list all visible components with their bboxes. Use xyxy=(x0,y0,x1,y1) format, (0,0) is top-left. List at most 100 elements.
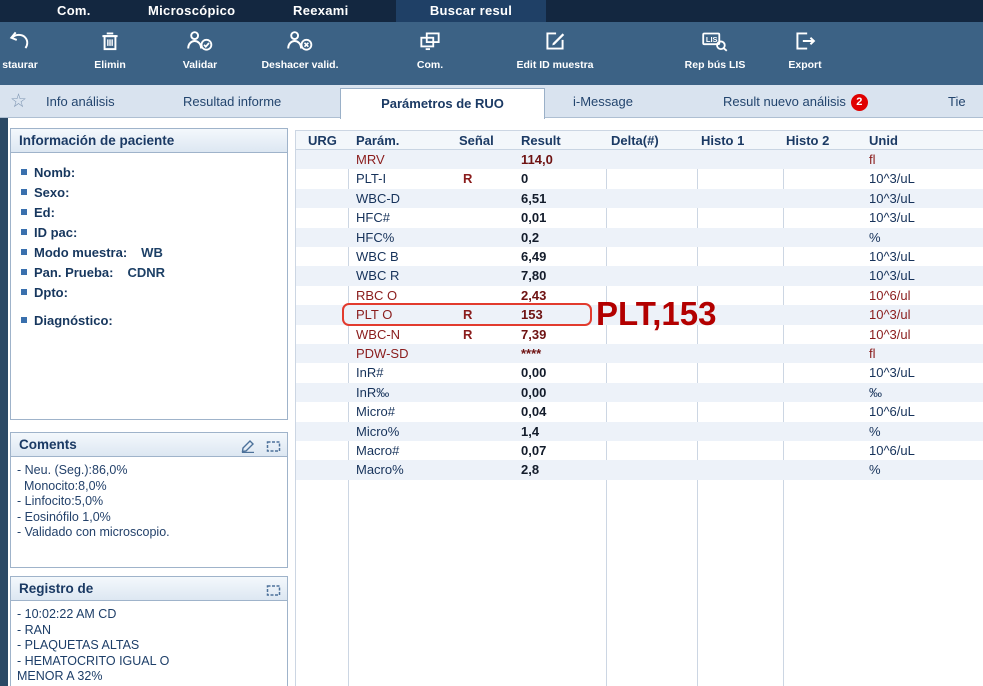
toolbar-button-deshacer-valid[interactable]: Deshacer valid. xyxy=(240,26,360,82)
top-tab-com[interactable]: Com. xyxy=(57,0,91,22)
field-label: Modo muestra: xyxy=(34,245,127,260)
patient-field-diagn-stico: Diagnóstico: xyxy=(17,310,281,330)
unit-cell: ‰ xyxy=(869,383,882,402)
param-cell: PLT O xyxy=(356,305,392,324)
subtab-result-nuevo-an-lisis[interactable]: Result nuevo análisis 2 xyxy=(723,85,868,118)
table-row-micro[interactable]: Micro#0,0410^6/uL xyxy=(296,402,983,421)
column-header-unid[interactable]: Unid xyxy=(869,131,898,150)
log-line: - 10:02:22 AM CD xyxy=(17,607,281,623)
log-line: MENOR A 32% xyxy=(17,669,281,685)
table-row-pdw-sd[interactable]: PDW-SD****fl xyxy=(296,344,983,363)
param-cell: Macro% xyxy=(356,460,404,479)
star-icon[interactable]: ☆ xyxy=(10,90,27,113)
log-panel: Registro de - 10:02:22 AM CD- RAN- PLAQU… xyxy=(10,576,288,686)
patient-panel-title: Información de paciente xyxy=(11,129,287,153)
patient-field-ed: Ed: xyxy=(17,202,281,222)
export-icon xyxy=(745,26,865,56)
bullet-icon xyxy=(21,189,27,195)
result-cell: 0,01 xyxy=(521,208,546,227)
unit-cell: 10^3/ul xyxy=(869,305,911,324)
bullet-icon xyxy=(21,209,27,215)
top-tab-reexami[interactable]: Reexami xyxy=(293,0,349,22)
param-cell: RBC O xyxy=(356,286,397,305)
table-row-micro[interactable]: Micro%1,4% xyxy=(296,422,983,441)
unit-cell: % xyxy=(869,460,881,479)
column-header-histo-1[interactable]: Histo 1 xyxy=(701,131,744,150)
table-row-macro[interactable]: Macro#0,0710^6/uL xyxy=(296,441,983,460)
param-cell: Micro# xyxy=(356,402,395,421)
content-area: Información de paciente Nomb:Sexo:Ed:ID … xyxy=(0,118,983,686)
table-row-wbc-b[interactable]: WBC B6,4910^3/uL xyxy=(296,247,983,266)
toolbar-button-com[interactable]: Com. xyxy=(370,26,490,82)
field-value: WB xyxy=(141,245,163,260)
table-row-mrv[interactable]: MRV114,0fl xyxy=(296,150,983,169)
subtab-resultad-informe[interactable]: Resultad informe xyxy=(183,85,281,118)
svg-text:LIS: LIS xyxy=(706,35,718,44)
table-row-wbc-d[interactable]: WBC-D6,5110^3/uL xyxy=(296,189,983,208)
field-value: CDNR xyxy=(127,265,165,280)
column-header-urg[interactable]: URG xyxy=(308,131,337,150)
subtab-info-an-lisis[interactable]: Info análisis xyxy=(46,85,115,118)
result-cell: 0,04 xyxy=(521,402,546,421)
top-tab-buscar-resul[interactable]: Buscar resul xyxy=(396,0,546,22)
subtab-label: Result nuevo análisis xyxy=(723,94,846,109)
subtab-tie[interactable]: Tie xyxy=(948,85,966,118)
flag-cell: R xyxy=(463,325,472,344)
table-row-inr[interactable]: InR#0,0010^3/uL xyxy=(296,363,983,382)
column-header-delta[interactable]: Delta(#) xyxy=(611,131,659,150)
comment-line: Monocito:8,0% xyxy=(17,479,281,495)
log-text: - 10:02:22 AM CD- RAN- PLAQUETAS ALTAS- … xyxy=(11,601,287,685)
comments-panel: Coments - Neu. (Seg.):86,0% Monocito:8,0… xyxy=(10,432,288,568)
column-header-se-al[interactable]: Señal xyxy=(459,131,494,150)
table-row-inr[interactable]: InR‰0,00‰ xyxy=(296,383,983,402)
patient-field-id-pac: ID pac: xyxy=(17,222,281,242)
result-cell: 114,0 xyxy=(521,150,553,169)
subtab-i-message[interactable]: i-Message xyxy=(573,85,633,118)
lis-results-window: Com.MicroscópicoReexamiBuscar resul stau… xyxy=(0,0,983,686)
param-cell: HFC% xyxy=(356,228,394,247)
toolbar-button-edit-id-muestra[interactable]: Edit ID muestra xyxy=(495,26,615,82)
log-line: - RAN xyxy=(17,623,281,639)
toolbar-button-label: Com. xyxy=(370,59,490,71)
toolbar: staurarEliminValidarDeshacer valid.Com.E… xyxy=(0,22,983,85)
subtab-label: i-Message xyxy=(573,94,633,109)
comments-panel-title: Coments xyxy=(19,437,77,452)
table-row-hfc[interactable]: HFC#0,0110^3/uL xyxy=(296,208,983,227)
result-cell: 0,07 xyxy=(521,441,546,460)
field-label: Ed: xyxy=(34,205,55,220)
subtab-label: Tie xyxy=(948,94,966,109)
result-cell: 2,43 xyxy=(521,286,546,305)
maximize-icon[interactable] xyxy=(266,437,281,460)
unit-cell: fl xyxy=(869,150,876,169)
field-label: Dpto: xyxy=(34,285,68,300)
toolbar-button-export[interactable]: Export xyxy=(745,26,865,82)
column-header-result[interactable]: Result xyxy=(521,131,561,150)
table-row-macro[interactable]: Macro%2,8% xyxy=(296,460,983,479)
table-row-plt-i[interactable]: PLT-IR010^3/uL xyxy=(296,169,983,188)
result-cell: 153 xyxy=(521,305,543,324)
table-row-wbc-r[interactable]: WBC R7,8010^3/uL xyxy=(296,266,983,285)
param-cell: WBC B xyxy=(356,247,399,266)
subtab-label: Parámetros de RUO xyxy=(381,96,504,111)
results-table: URG Parám. Señal Result Delta(#) Histo 1 Histo… xyxy=(295,130,983,686)
column-header-histo-2[interactable]: Histo 2 xyxy=(786,131,829,150)
subtab-par-metros-de-ruo[interactable]: Parámetros de RUO xyxy=(340,88,545,119)
unit-cell: % xyxy=(869,422,881,441)
bullet-icon xyxy=(21,317,27,323)
unit-cell: 10^3/uL xyxy=(869,189,915,208)
result-cell: 7,39 xyxy=(521,325,546,344)
new-results-badge: 2 xyxy=(851,94,868,111)
param-cell: InR‰ xyxy=(356,383,389,402)
toolbar-button-label: Deshacer valid. xyxy=(240,59,360,71)
flag-cell: R xyxy=(463,169,472,188)
maximize-icon[interactable] xyxy=(266,581,281,604)
top-tab-microsc-pico[interactable]: Microscópico xyxy=(148,0,235,22)
flag-cell: R xyxy=(463,305,472,324)
column-header-par-m[interactable]: Parám. xyxy=(356,131,399,150)
table-header: URG Parám. Señal Result Delta(#) Histo 1 Histo… xyxy=(296,131,983,150)
comments-text: - Neu. (Seg.):86,0% Monocito:8,0%- Linfo… xyxy=(11,457,287,541)
pencil-icon[interactable] xyxy=(240,437,256,460)
table-row-hfc[interactable]: HFC%0,2% xyxy=(296,228,983,247)
result-cell: 1,4 xyxy=(521,422,539,441)
log-line: - PLAQUETAS ALTAS xyxy=(17,638,281,654)
